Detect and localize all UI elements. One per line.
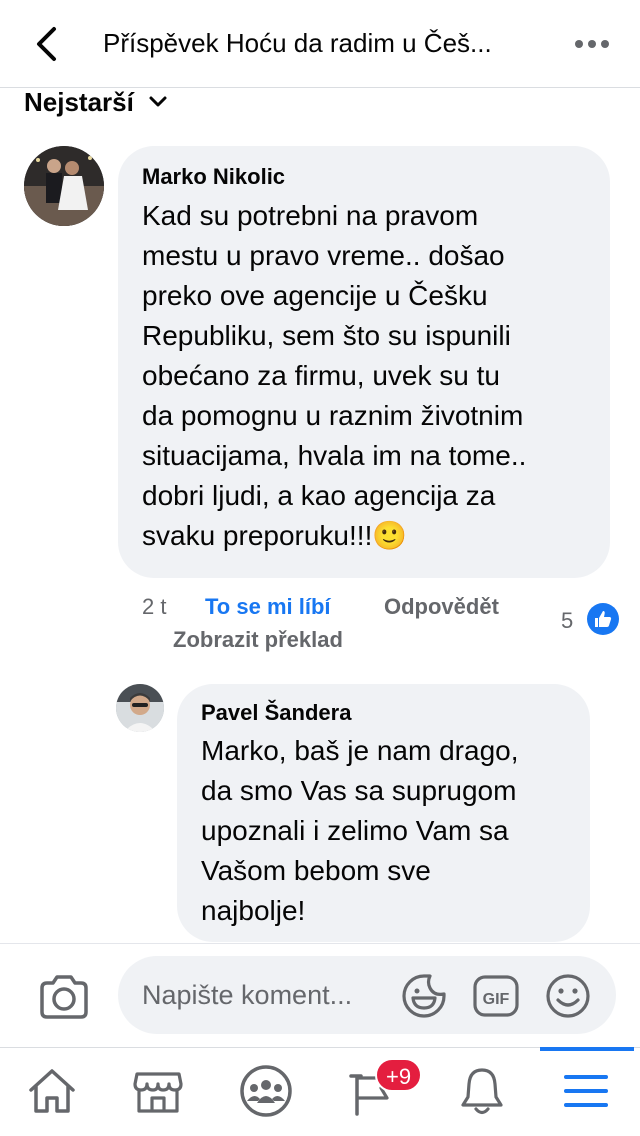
chevron-left-icon bbox=[37, 27, 56, 61]
back-button[interactable] bbox=[26, 22, 66, 66]
active-tab-indicator bbox=[540, 1047, 634, 1051]
tab-home[interactable] bbox=[22, 1058, 82, 1124]
chevron-down-icon bbox=[149, 96, 167, 107]
thumbs-up-icon[interactable] bbox=[587, 603, 619, 635]
bell-icon bbox=[461, 1068, 503, 1115]
comment-text: Kad su potrebni na pravom mestu u pravo … bbox=[142, 200, 527, 551]
avatar[interactable] bbox=[116, 684, 164, 732]
avatar[interactable] bbox=[24, 146, 104, 226]
bottom-tab-bar bbox=[0, 1047, 640, 1136]
groups-icon bbox=[240, 1065, 292, 1117]
sort-label: Nejstarší bbox=[24, 86, 134, 117]
gif-icon[interactable]: GIF bbox=[472, 972, 520, 1020]
reply-button[interactable]: Odpovědět bbox=[384, 594, 499, 620]
reply-text: Marko, baš je nam drago, da smo Vas sa s… bbox=[201, 735, 519, 926]
camera-icon[interactable] bbox=[38, 974, 90, 1020]
sort-selector[interactable]: Nejstarší bbox=[24, 84, 168, 120]
more-dot bbox=[575, 40, 583, 48]
comment-time: 2 t bbox=[142, 594, 167, 619]
emoji-icon[interactable] bbox=[544, 972, 592, 1020]
page-title: Příspěvek Hoću da radim u Češ... bbox=[103, 28, 492, 58]
more-options-button[interactable] bbox=[568, 30, 616, 58]
reply-author[interactable]: Pavel Šandera bbox=[201, 700, 351, 726]
translate-button[interactable]: Zobrazit překlad bbox=[173, 627, 343, 653]
more-dot bbox=[588, 40, 596, 48]
tab-menu[interactable] bbox=[556, 1058, 616, 1124]
tab-marketplace[interactable] bbox=[128, 1058, 188, 1124]
more-dot bbox=[601, 40, 609, 48]
sticker-icon[interactable] bbox=[400, 972, 448, 1020]
tab-groups[interactable] bbox=[236, 1058, 296, 1124]
svg-text:GIF: GIF bbox=[483, 991, 510, 1008]
reaction-count[interactable]: 5 bbox=[561, 608, 573, 634]
comment-placeholder[interactable]: Napište koment... bbox=[142, 980, 352, 1011]
menu-icon bbox=[564, 1075, 608, 1107]
like-button[interactable]: To se mi líbí bbox=[205, 594, 331, 620]
notification-badge: +9 bbox=[375, 1058, 423, 1092]
home-icon bbox=[29, 1069, 75, 1113]
marketplace-icon bbox=[133, 1072, 183, 1113]
tab-notifications[interactable] bbox=[452, 1058, 512, 1124]
comment-author[interactable]: Marko Nikolic bbox=[142, 164, 285, 190]
